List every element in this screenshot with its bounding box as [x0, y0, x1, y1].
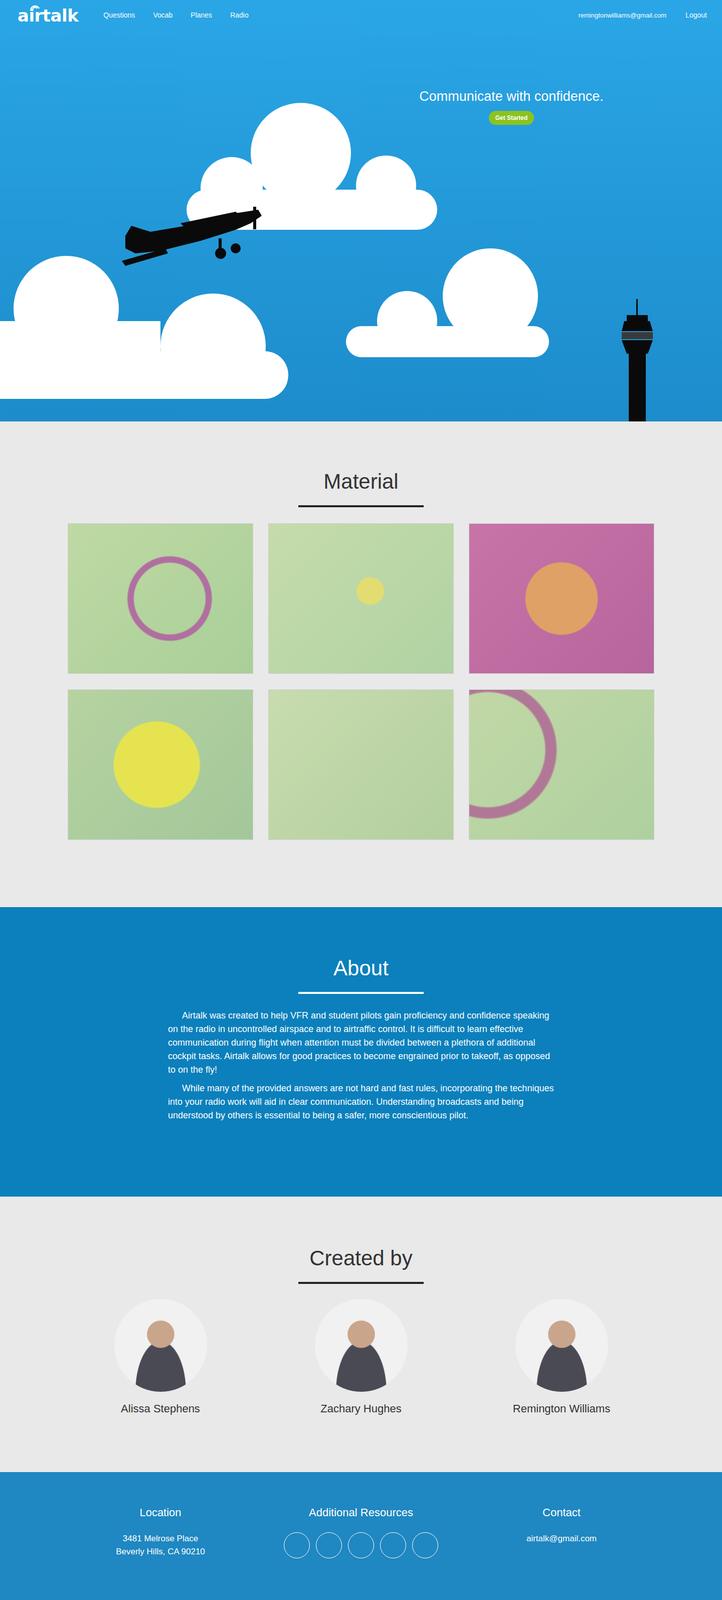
footer-heading: Additional Resources — [308, 1504, 414, 1520]
contact-column: Contact airtalk@gmail.com — [461, 1504, 662, 1599]
avatar-photo — [515, 1298, 609, 1391]
title-underline — [298, 991, 424, 994]
avatar-photo — [114, 1298, 208, 1391]
nav-link[interactable]: Planes — [190, 11, 213, 20]
avatar-photo — [314, 1298, 408, 1391]
hero-illustration — [0, 0, 722, 422]
footer-heading: Location — [139, 1504, 182, 1520]
map-card[interactable] — [67, 688, 254, 840]
address-line: 3481 Melrose Place — [122, 1531, 199, 1545]
resource-link-icon[interactable] — [412, 1531, 439, 1558]
contact-email[interactable]: airtalk@gmail.com — [526, 1531, 597, 1545]
material-section: Material — [0, 421, 722, 907]
footer: Location 3481 Melrose PlaceBeverly Hills,… — [0, 1471, 722, 1599]
section-title: Material — [323, 468, 399, 494]
get-started-button[interactable]: Get Started — [488, 110, 535, 125]
people-list: Alissa Stephens Zachary Hughes Remington W… — [60, 1298, 662, 1415]
nav-menu: Questions Vocab Planes Radio — [103, 11, 579, 20]
logout-link[interactable]: Logout — [685, 11, 707, 20]
location-column: Location 3481 Melrose PlaceBeverly Hills,… — [60, 1504, 261, 1599]
map-card[interactable] — [268, 688, 454, 840]
title-underline — [298, 1281, 424, 1284]
resource-link-icon[interactable] — [380, 1531, 407, 1558]
about-paragraph: While many of the provided answers are n… — [167, 1080, 555, 1122]
logo[interactable]: airtalk — [17, 4, 79, 26]
person-card: Zachary Hughes — [260, 1298, 462, 1415]
map-grid — [67, 522, 655, 840]
resource-link-icon[interactable] — [283, 1531, 310, 1558]
map-card[interactable] — [468, 522, 655, 674]
address-line: Beverly Hills, CA 90210 — [115, 1544, 206, 1558]
hero-heading: Communicate with confidence. — [419, 87, 604, 105]
control-tower-icon — [621, 298, 653, 422]
top-nav: airtalk Questions Vocab Planes Radio remingto… — [0, 0, 722, 31]
person-name: Zachary Hughes — [320, 1400, 402, 1415]
resource-link-icon[interactable] — [347, 1531, 375, 1558]
creators-section: Created by Alissa Stephens Zachary Hughes R… — [0, 1195, 722, 1472]
person-name: Remington Williams — [512, 1400, 611, 1415]
section-title: Created by — [309, 1244, 413, 1271]
hero-content: Communicate with confidence. Get Started — [386, 87, 637, 125]
resource-links — [283, 1531, 439, 1558]
section-title: About — [333, 955, 389, 981]
person-name: Alissa Stephens — [120, 1400, 201, 1415]
clouds-icon — [0, 102, 550, 399]
map-card[interactable] — [67, 522, 254, 674]
about-text: Airtalk was created to help VFR and stud… — [167, 1008, 555, 1127]
person-card: Remington Williams — [461, 1298, 662, 1415]
user-email[interactable]: remingtonwilliams@gmail.com — [578, 11, 667, 20]
nav-link[interactable]: Radio — [230, 11, 249, 20]
resources-column: Additional Resources — [260, 1504, 462, 1599]
radio-waves-icon — [28, 1, 42, 10]
about-paragraph: Airtalk was created to help VFR and stud… — [167, 1008, 555, 1076]
title-underline — [298, 504, 424, 507]
footer-heading: Contact — [542, 1504, 581, 1520]
nav-link[interactable]: Questions — [103, 11, 135, 20]
map-card[interactable] — [468, 688, 655, 840]
plane-icon — [121, 206, 262, 266]
map-card[interactable] — [268, 522, 454, 674]
hero: airtalk Questions Vocab Planes Radio remingto… — [0, 0, 722, 422]
about-section: About Airtalk was created to help VFR and… — [0, 906, 722, 1196]
person-card: Alissa Stephens — [60, 1298, 261, 1415]
nav-link[interactable]: Vocab — [152, 11, 173, 20]
resource-link-icon[interactable] — [315, 1531, 342, 1558]
